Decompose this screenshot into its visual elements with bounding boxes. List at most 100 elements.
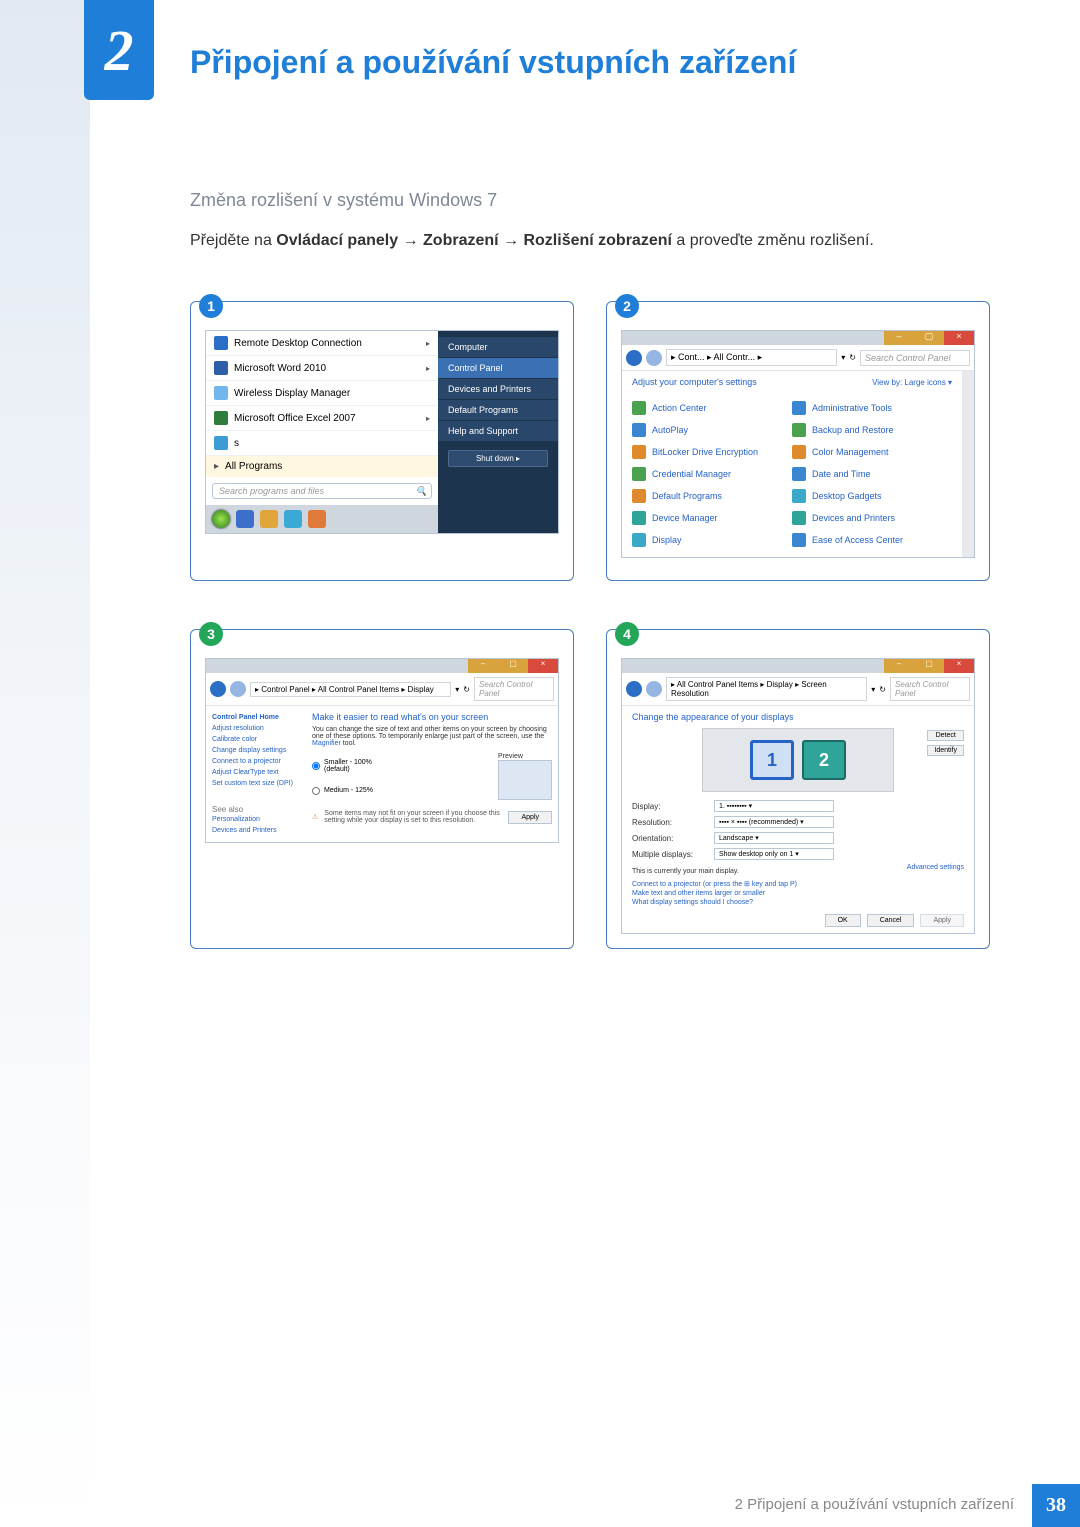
identify-button[interactable]: Identify (927, 745, 964, 756)
path-field[interactable]: ▸ All Control Panel Items ▸ Display ▸ Sc… (666, 677, 867, 701)
advanced-link[interactable]: Advanced settings (907, 864, 964, 871)
close-icon[interactable]: × (944, 659, 974, 673)
defaults-icon (632, 489, 646, 503)
back-button[interactable] (210, 681, 226, 697)
cp-bitlocker[interactable]: BitLocker Drive Encryption (632, 441, 792, 463)
ds-search-input[interactable]: Search Control Panel (474, 677, 554, 701)
monitor-1[interactable]: 1 (750, 740, 794, 780)
sr-search-input[interactable]: Search Control Panel (890, 677, 970, 701)
chevron-down-icon[interactable]: ▾ (455, 685, 459, 694)
refresh-icon[interactable]: ↻ (849, 353, 856, 362)
monitor-preview[interactable]: 1 2 (702, 728, 894, 792)
sm-item-wdm[interactable]: Wireless Display Manager (206, 381, 438, 406)
taskbar-ie-icon[interactable] (284, 510, 302, 528)
smr-defaults[interactable]: Default Programs (438, 400, 558, 421)
close-icon[interactable]: × (528, 659, 558, 673)
sm-item-rdc[interactable]: Remote Desktop Connection▸ (206, 331, 438, 356)
cp-autoplay[interactable]: AutoPlay (632, 419, 792, 441)
smr-help[interactable]: Help and Support (438, 421, 558, 442)
path-field[interactable]: ▸ Control Panel ▸ All Control Panel Item… (250, 682, 451, 697)
smr-devices[interactable]: Devices and Printers (438, 379, 558, 400)
cp-display[interactable]: Display (632, 529, 792, 551)
cp-ease[interactable]: Ease of Access Center (792, 529, 952, 551)
apply-button[interactable]: Apply (508, 811, 552, 824)
opt-smaller[interactable]: Smaller - 100% (default) (312, 759, 378, 773)
multi-select[interactable]: Show desktop only on 1 ▾ (714, 848, 834, 860)
ds-link-adjres[interactable]: Adjust resolution (212, 723, 306, 734)
cp-search-input[interactable]: Search Control Panel (860, 350, 970, 366)
all-programs[interactable]: ▸All Programs (206, 456, 438, 477)
address-bar: ▸ Cont... ▸ All Contr... ▸ ▾ ↻ Search Cont… (622, 345, 974, 371)
max-icon[interactable]: ▢ (914, 659, 944, 673)
apply-button[interactable]: Apply (920, 914, 964, 927)
sm-item-s[interactable]: s (206, 431, 438, 456)
cp-date[interactable]: Date and Time (792, 463, 952, 485)
ds-link-calibrate[interactable]: Calibrate color (212, 734, 306, 745)
search-input[interactable]: Search programs and files🔍 (212, 483, 432, 499)
shutdown-button[interactable]: Shut down ▸ (448, 450, 548, 467)
max-icon[interactable]: ▢ (498, 659, 528, 673)
chevron-down-icon[interactable]: ▾ (871, 685, 875, 694)
sm-item-excel[interactable]: Microsoft Office Excel 2007▸ (206, 406, 438, 431)
ds-link-cleartype[interactable]: Adjust ClearType text (212, 767, 306, 778)
display-select[interactable]: 1. ▪▪▪▪▪▪▪▪ ▾ (714, 800, 834, 812)
forward-button[interactable] (646, 681, 662, 697)
forward-button[interactable] (646, 350, 662, 366)
cp-gadgets[interactable]: Desktop Gadgets (792, 485, 952, 507)
radio-smaller[interactable] (312, 762, 320, 770)
ds-see-dev[interactable]: Devices and Printers (212, 825, 306, 836)
min-icon[interactable]: – (884, 659, 914, 673)
path-field[interactable]: ▸ Cont... ▸ All Contr... ▸ (666, 349, 837, 366)
cp-item-label: Default Programs (652, 491, 722, 501)
cp-color[interactable]: Color Management (792, 441, 952, 463)
magnifier-link[interactable]: Magnifier (312, 740, 341, 747)
projector-link[interactable]: Connect to a projector (or press the ⊞ k… (632, 881, 797, 888)
opt-medium[interactable]: Medium - 125% (312, 787, 378, 795)
min-icon[interactable]: – (468, 659, 498, 673)
start-orb-icon[interactable] (212, 510, 230, 528)
taskbar-icon[interactable] (308, 510, 326, 528)
min-icon[interactable]: – (884, 331, 914, 345)
cp-default-programs[interactable]: Default Programs (632, 485, 792, 507)
close-icon[interactable]: × (944, 331, 974, 345)
refresh-icon[interactable]: ↻ (879, 685, 886, 694)
chevron-down-icon[interactable]: ▾ (841, 353, 845, 362)
opt-medium-label: Medium - 125% (324, 787, 373, 794)
cp-admin-tools[interactable]: Administrative Tools (792, 397, 952, 419)
cp-devices-printers[interactable]: Devices and Printers (792, 507, 952, 529)
refresh-icon[interactable]: ↻ (463, 685, 470, 694)
smr-control-panel[interactable]: Control Panel (438, 358, 558, 379)
forward-button[interactable] (230, 681, 246, 697)
cp-credential[interactable]: Credential Manager (632, 463, 792, 485)
ds-link-projector[interactable]: Connect to a projector (212, 756, 306, 767)
cancel-button[interactable]: Cancel (867, 914, 915, 927)
max-icon[interactable]: ▢ (914, 331, 944, 345)
ok-button[interactable]: OK (825, 914, 861, 927)
resolution-select[interactable]: ▪▪▪▪ × ▪▪▪▪ (recommended) ▾ (714, 816, 834, 828)
taskbar-icon[interactable] (260, 510, 278, 528)
content: Změna rozlišení v systému Windows 7 Přej… (190, 130, 990, 949)
cp-action-center[interactable]: Action Center (632, 397, 792, 419)
ds-see-pers[interactable]: Personalization (212, 814, 306, 825)
what-link[interactable]: What display settings should I choose? (632, 899, 753, 906)
back-button[interactable] (626, 681, 642, 697)
taskbar-icon[interactable] (236, 510, 254, 528)
sm-item-word[interactable]: Microsoft Word 2010▸ (206, 356, 438, 381)
view-by[interactable]: View by: Large icons ▾ (872, 378, 952, 387)
orientation-select[interactable]: Landscape ▾ (714, 832, 834, 844)
detect-button[interactable]: Detect (927, 730, 964, 741)
cp-home-link[interactable]: Control Panel Home (212, 712, 306, 723)
ds-link-change[interactable]: Change display settings (212, 745, 306, 756)
smr-computer[interactable]: Computer (438, 337, 558, 358)
search-icon: 🔍 (416, 486, 427, 497)
monitor-2[interactable]: 2 (802, 740, 846, 780)
cp-backup[interactable]: Backup and Restore (792, 419, 952, 441)
back-button[interactable] (626, 350, 642, 366)
cp-device-manager[interactable]: Device Manager (632, 507, 792, 529)
ds-link-dpi[interactable]: Set custom text size (DPI) (212, 778, 306, 789)
radio-medium[interactable] (312, 787, 320, 795)
larger-link[interactable]: Make text and other items larger or smal… (632, 890, 765, 897)
scrollbar[interactable] (962, 371, 974, 557)
app-icon (214, 386, 228, 400)
device-icon (632, 511, 646, 525)
